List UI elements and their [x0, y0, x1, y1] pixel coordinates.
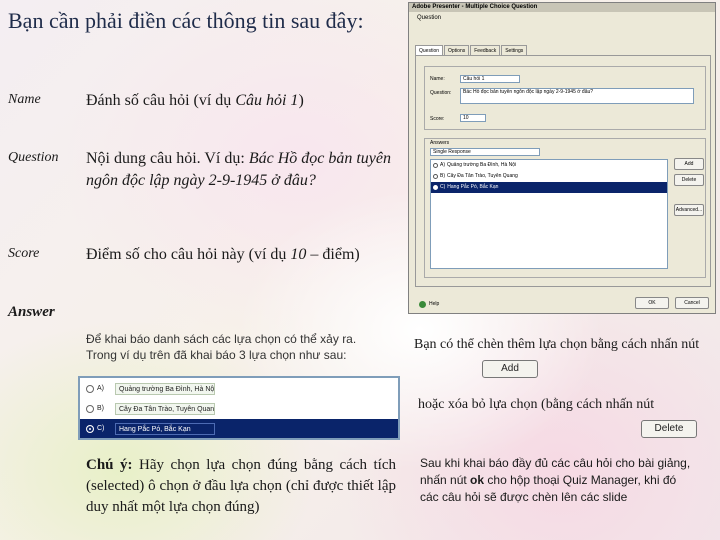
name-desc-tail: )	[298, 92, 304, 109]
dialog-answer-text[interactable]: Quảng trường Ba Đình, Hà Nội	[447, 160, 516, 171]
name-desc-text: Đánh số câu hỏi (ví dụ	[86, 92, 236, 109]
answer-row[interactable]: B) Cây Đa Tân Trào, Tuyên Quang	[80, 399, 398, 418]
answer-letter: B)	[97, 405, 104, 412]
dialog-answer-row[interactable]: A) Quảng trường Ba Đình, Hà Nội	[431, 160, 667, 171]
dialog-answer-text[interactable]: Cây Đa Tân Trào, Tuyên Quang	[447, 171, 518, 182]
answer-row[interactable]: A) Quảng trường Ba Đình, Hà Nội	[80, 379, 398, 398]
dialog-score-field[interactable]: 10	[460, 114, 486, 122]
add-button-image[interactable]: Add	[482, 360, 538, 378]
note-label: Chú ý:	[86, 457, 133, 473]
dialog-panel: Name: Câu hỏi 1 Question: Bác Hồ đọc bản…	[415, 55, 711, 287]
question-label: Question	[8, 150, 59, 165]
tab-feedback[interactable]: Feedback	[470, 45, 501, 55]
dialog-score-label: Score:	[430, 116, 445, 122]
radio-button-checked[interactable]	[86, 424, 94, 433]
name-description: Đánh số câu hỏi (ví dụ Câu hỏi 1)	[86, 90, 396, 112]
dialog-title: Adobe Presenter - Multiple Choice Questi…	[409, 3, 715, 12]
note: Chú ý: Hãy chọn lựa chọn đúng bằng cách …	[86, 455, 396, 518]
dialog-answer-list: A) Quảng trường Ba Đình, Hà Nội B) Cây Đa …	[430, 159, 668, 269]
answer-letter: C)	[97, 425, 105, 432]
dialog-name-field[interactable]: Câu hỏi 1	[460, 75, 520, 83]
dialog-advanced-button[interactable]: Advanced...	[674, 204, 704, 216]
dialog-answer-text[interactable]: Hang Pắc Pó, Bắc Kạn	[447, 182, 498, 193]
answer-letter: A)	[97, 385, 104, 392]
score-desc-text: Điểm số cho câu hỏi này (ví dụ	[86, 246, 291, 263]
mcq-dialog: Adobe Presenter - Multiple Choice Questi…	[408, 2, 716, 314]
dialog-question-label: Question:	[430, 90, 452, 96]
answer-text[interactable]: Hang Pắc Pó, Bắc Kạn	[115, 422, 215, 435]
delete-button-image[interactable]: Delete	[641, 420, 697, 438]
dialog-help-label[interactable]: Help	[429, 301, 439, 307]
answer-row-selected[interactable]: C) Hang Pắc Pó, Bắc Kạn	[80, 419, 398, 438]
dialog-answer-letter: A)	[440, 162, 445, 168]
question-desc-text: Nội dung câu hỏi. Ví dụ:	[86, 150, 249, 167]
radio-button[interactable]	[86, 404, 94, 413]
dialog-name-label: Name:	[430, 76, 445, 82]
name-desc-example: Câu hỏi 1	[235, 92, 299, 109]
response-type-select[interactable]: Single Response	[430, 148, 540, 156]
final-instruction: Sau khi khai báo đầy đủ các câu hỏi cho …	[420, 455, 692, 506]
dialog-cancel-button[interactable]: Cancel	[675, 297, 709, 309]
radio-button-checked[interactable]	[433, 185, 438, 190]
answer-list: A) Quảng trường Ba Đình, Hà Nội B) Cây Đ…	[78, 376, 400, 440]
dialog-answer-row-selected[interactable]: C) Hang Pắc Pó, Bắc Kạn	[431, 182, 667, 193]
question-description: Nội dung câu hỏi. Ví dụ: Bác Hồ đọc bản …	[86, 148, 396, 192]
answer-text[interactable]: Cây Đa Tân Trào, Tuyên Quang	[115, 402, 215, 415]
answer-heading: Answer	[8, 304, 55, 320]
score-label: Score	[8, 246, 40, 261]
tab-question[interactable]: Question	[415, 45, 444, 55]
dialog-answer-row[interactable]: B) Cây Đa Tân Trào, Tuyên Quang	[431, 171, 667, 182]
score-desc-example: 10	[290, 246, 307, 263]
answer-text[interactable]: Quảng trường Ba Đình, Hà Nội	[115, 382, 215, 395]
dialog-answer-letter: C)	[440, 184, 446, 190]
score-description: Điểm số cho câu hỏi này (ví dụ 10 – điểm…	[86, 244, 406, 266]
ok-word: ok	[470, 473, 485, 487]
dialog-ok-button[interactable]: OK	[635, 297, 669, 309]
tab-options[interactable]: Options	[444, 45, 470, 55]
dialog-subtitle: Question	[417, 15, 442, 21]
page-title: Bạn cần phải điền các thông tin sau đây:	[8, 8, 364, 33]
radio-button[interactable]	[433, 174, 438, 179]
name-label: Name	[8, 92, 41, 107]
dialog-answers-label: Answers	[430, 140, 450, 146]
delete-instruction: hoặc xóa bỏ lựa chọn (bằng cách nhấn nút	[418, 397, 655, 412]
dialog-tabs: Question Options Feedback Settings	[415, 45, 528, 55]
note-text: Hãy chọn lựa chọn đúng bằng cách tích (s…	[86, 457, 396, 515]
tab-settings[interactable]: Settings	[501, 45, 528, 55]
dialog-answer-letter: B)	[440, 173, 445, 179]
help-icon[interactable]	[419, 301, 426, 308]
dialog-add-button[interactable]: Add	[674, 158, 704, 170]
answer-description: Để khai báo danh sách các lựa chọn có th…	[86, 332, 357, 362]
dialog-delete-button[interactable]: Delete	[674, 174, 704, 186]
dialog-question-field[interactable]: Bác Hồ đọc bản tuyên ngôn độc lập ngày 2…	[460, 88, 694, 104]
add-instruction: Bạn có thể chèn thêm lựa chọn bằng cách …	[414, 337, 700, 352]
radio-button[interactable]	[86, 384, 94, 393]
radio-button[interactable]	[433, 163, 438, 168]
score-desc-tail: – điểm)	[306, 246, 360, 263]
